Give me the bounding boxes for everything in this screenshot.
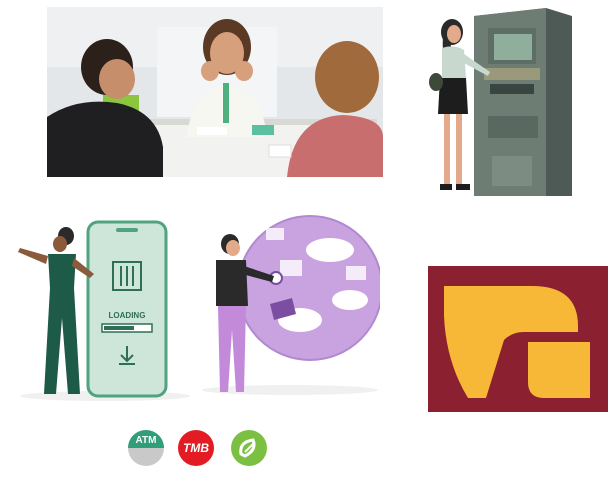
atm-logo-label: ATM [135,435,157,446]
transport-logo [428,266,608,412]
phone-loading-illustration: LOADING [10,218,190,403]
green-leaf-logo [231,430,267,466]
atm-logo: ATM [128,430,164,466]
tmb-logo-label: TMB [183,441,209,455]
cloud-globe-illustration [200,210,383,400]
tmb-logo: TMB [178,430,214,466]
atm-user-illustration [418,6,578,198]
loading-label: LOADING [109,311,146,320]
customer-service-photo: 2 [47,7,383,177]
